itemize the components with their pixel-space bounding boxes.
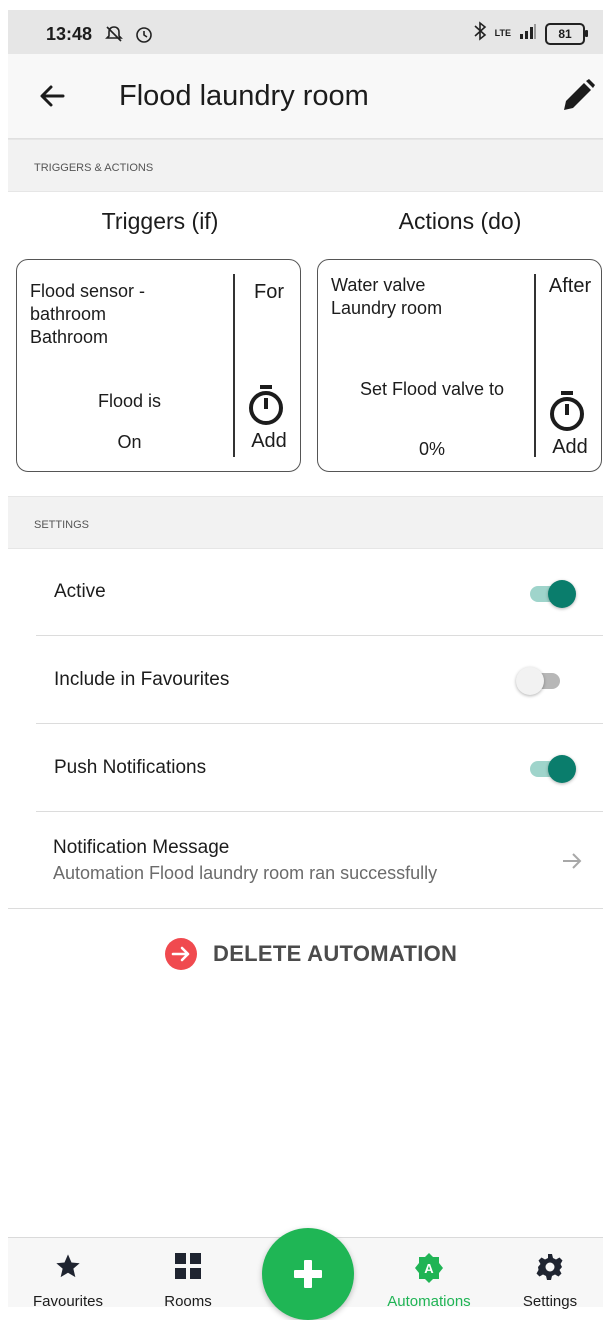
delete-automation-button[interactable]: DELETE AUTOMATION xyxy=(165,938,457,970)
automation-badge-icon: A xyxy=(413,1252,445,1289)
svg-text:A: A xyxy=(424,1261,434,1276)
status-time: 13:48 xyxy=(46,24,93,44)
trigger-for-label: For xyxy=(254,281,284,303)
trigger-device-name: Flood sensor - bathroom xyxy=(30,281,146,324)
status-bar: 13:48 LTE 81 xyxy=(8,10,603,54)
plus-icon xyxy=(292,1258,324,1295)
notification-message-value: Automation Flood laundry room ran succes… xyxy=(53,863,438,883)
timer-icon[interactable] xyxy=(549,390,585,437)
add-fab-button[interactable] xyxy=(262,1228,354,1320)
delete-automation-label: DELETE AUTOMATION xyxy=(213,941,458,966)
triggers-heading: Triggers (if) xyxy=(101,208,219,234)
action-add-button[interactable]: Add xyxy=(538,436,602,459)
push-notifications-toggle[interactable] xyxy=(526,752,578,784)
trigger-condition: Flood is xyxy=(97,391,162,411)
action-room: Laundry room xyxy=(331,298,443,318)
edit-pencil-icon[interactable] xyxy=(560,78,596,114)
back-arrow-icon[interactable] xyxy=(38,82,66,110)
nav-settings[interactable]: Settings xyxy=(495,1238,603,1310)
star-icon xyxy=(54,1252,82,1285)
nav-favourites[interactable]: Favourites xyxy=(13,1238,123,1310)
alarm-icon xyxy=(134,24,154,49)
app-bar: Flood laundry room xyxy=(8,54,603,139)
action-value: 0% xyxy=(418,439,445,459)
favourites-toggle[interactable] xyxy=(516,664,568,696)
nav-automations[interactable]: A Automations xyxy=(374,1238,484,1310)
nav-rooms[interactable]: Rooms xyxy=(133,1238,243,1310)
action-card[interactable]: Water valve Laundry room Set Flood valve… xyxy=(317,259,602,472)
section-header-settings: SETTINGS xyxy=(8,496,603,549)
battery-indicator: 81 xyxy=(545,22,588,45)
trigger-add-button[interactable]: Add xyxy=(237,430,301,453)
notifications-off-icon xyxy=(104,24,124,49)
section-header-triggers-actions: TRIGGERS & ACTIONS xyxy=(8,139,603,192)
notification-message-row[interactable]: Notification Message Automation Flood la… xyxy=(8,812,603,909)
gear-icon xyxy=(535,1252,565,1287)
signal-icon xyxy=(519,23,537,44)
arrow-right-icon xyxy=(561,850,583,877)
setting-active-label: Active xyxy=(54,581,106,602)
action-after-label: After xyxy=(548,275,592,297)
actions-heading: Actions (do) xyxy=(398,208,522,234)
setting-push-row[interactable]: Push Notifications xyxy=(36,724,603,812)
trigger-value: On xyxy=(117,432,142,452)
action-description: Set Flood valve to xyxy=(359,379,505,399)
bluetooth-icon xyxy=(473,21,487,46)
page-title: Flood laundry room xyxy=(119,80,369,112)
grid-icon xyxy=(174,1252,202,1285)
timer-icon[interactable] xyxy=(248,384,284,431)
active-toggle[interactable] xyxy=(526,577,578,609)
setting-push-label: Push Notifications xyxy=(54,757,207,778)
action-device-name: Water valve xyxy=(331,275,426,295)
setting-active-row[interactable]: Active xyxy=(36,549,603,636)
setting-favourites-label: Include in Favourites xyxy=(54,669,230,690)
trigger-room: Bathroom xyxy=(30,327,109,347)
setting-favourites-row[interactable]: Include in Favourites xyxy=(36,636,603,724)
network-type: LTE xyxy=(494,28,511,38)
trigger-card[interactable]: Flood sensor - bathroom Bathroom Flood i… xyxy=(16,259,301,472)
delete-arrow-icon xyxy=(165,938,197,970)
notification-message-label: Notification Message xyxy=(53,837,230,858)
